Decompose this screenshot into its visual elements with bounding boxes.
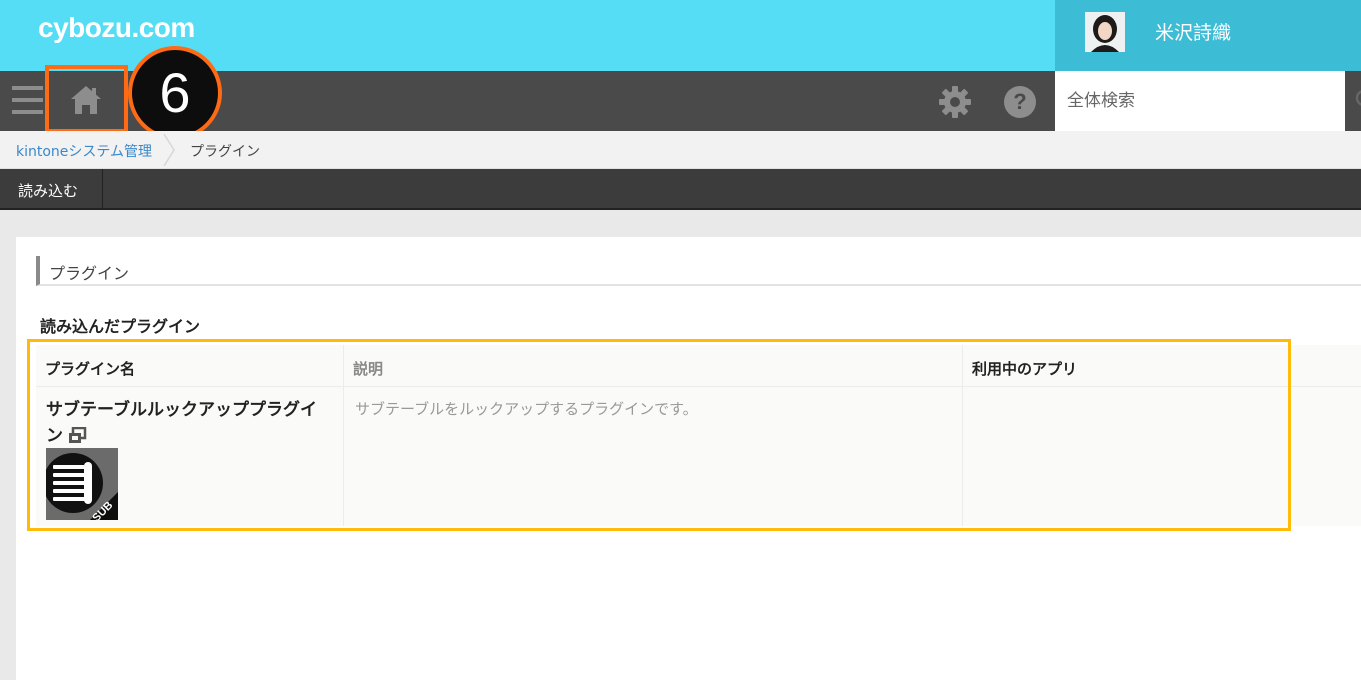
home-icon xyxy=(71,86,101,114)
user-name[interactable]: 米沢詩織 xyxy=(1155,18,1231,45)
breadcrumb-system-admin-link[interactable]: kintoneシステム管理 xyxy=(16,141,152,161)
import-button[interactable]: 読み込む xyxy=(0,169,103,208)
imported-plugins-heading: 読み込んだプラグイン xyxy=(40,317,201,336)
column-header-plugin-name: プラグイン名 xyxy=(36,345,344,387)
cybozu-logo[interactable]: cybozu.com xyxy=(38,12,195,44)
breadcrumb-separator-icon xyxy=(163,134,175,166)
user-panel[interactable]: 米沢詩織 xyxy=(1055,0,1361,71)
plugin-name-link[interactable]: サブテーブルルックアッププラグイン xyxy=(46,397,331,449)
table-row-cell-apps xyxy=(963,387,1361,526)
step-number-badge: 6 xyxy=(128,46,222,140)
main-content: プラグイン 読み込んだプラグイン プラグイン名 説明 利用中のアプリ サブテーブ… xyxy=(16,237,1361,680)
plugin-table: プラグイン名 説明 利用中のアプリ サブテーブルルックアッププラグイン SUB … xyxy=(36,345,1361,526)
table-row-cell-description: サブテーブルをルックアップするプラグインです。 xyxy=(344,387,963,526)
menu-icon[interactable] xyxy=(12,86,43,116)
settings-gear-icon[interactable] xyxy=(938,85,972,119)
column-header-description: 説明 xyxy=(344,345,963,387)
search-icon[interactable] xyxy=(1352,86,1361,114)
subtable-plugin-icon: SUB xyxy=(46,448,118,520)
breadcrumb-current: プラグイン xyxy=(190,144,260,160)
user-avatar[interactable] xyxy=(1085,12,1125,52)
section-title: プラグイン xyxy=(36,256,1361,286)
help-icon[interactable]: ? xyxy=(1004,86,1036,118)
global-search-input[interactable] xyxy=(1055,71,1345,131)
column-header-apps-in-use: 利用中のアプリ xyxy=(963,345,1361,387)
breadcrumb: kintoneシステム管理 プラグイン xyxy=(0,131,1361,169)
home-button[interactable] xyxy=(45,65,128,135)
table-row-cell-name: サブテーブルルックアッププラグイン SUB xyxy=(36,387,344,526)
action-toolbar: 読み込む xyxy=(0,169,1361,210)
open-new-window-icon[interactable] xyxy=(67,427,87,445)
